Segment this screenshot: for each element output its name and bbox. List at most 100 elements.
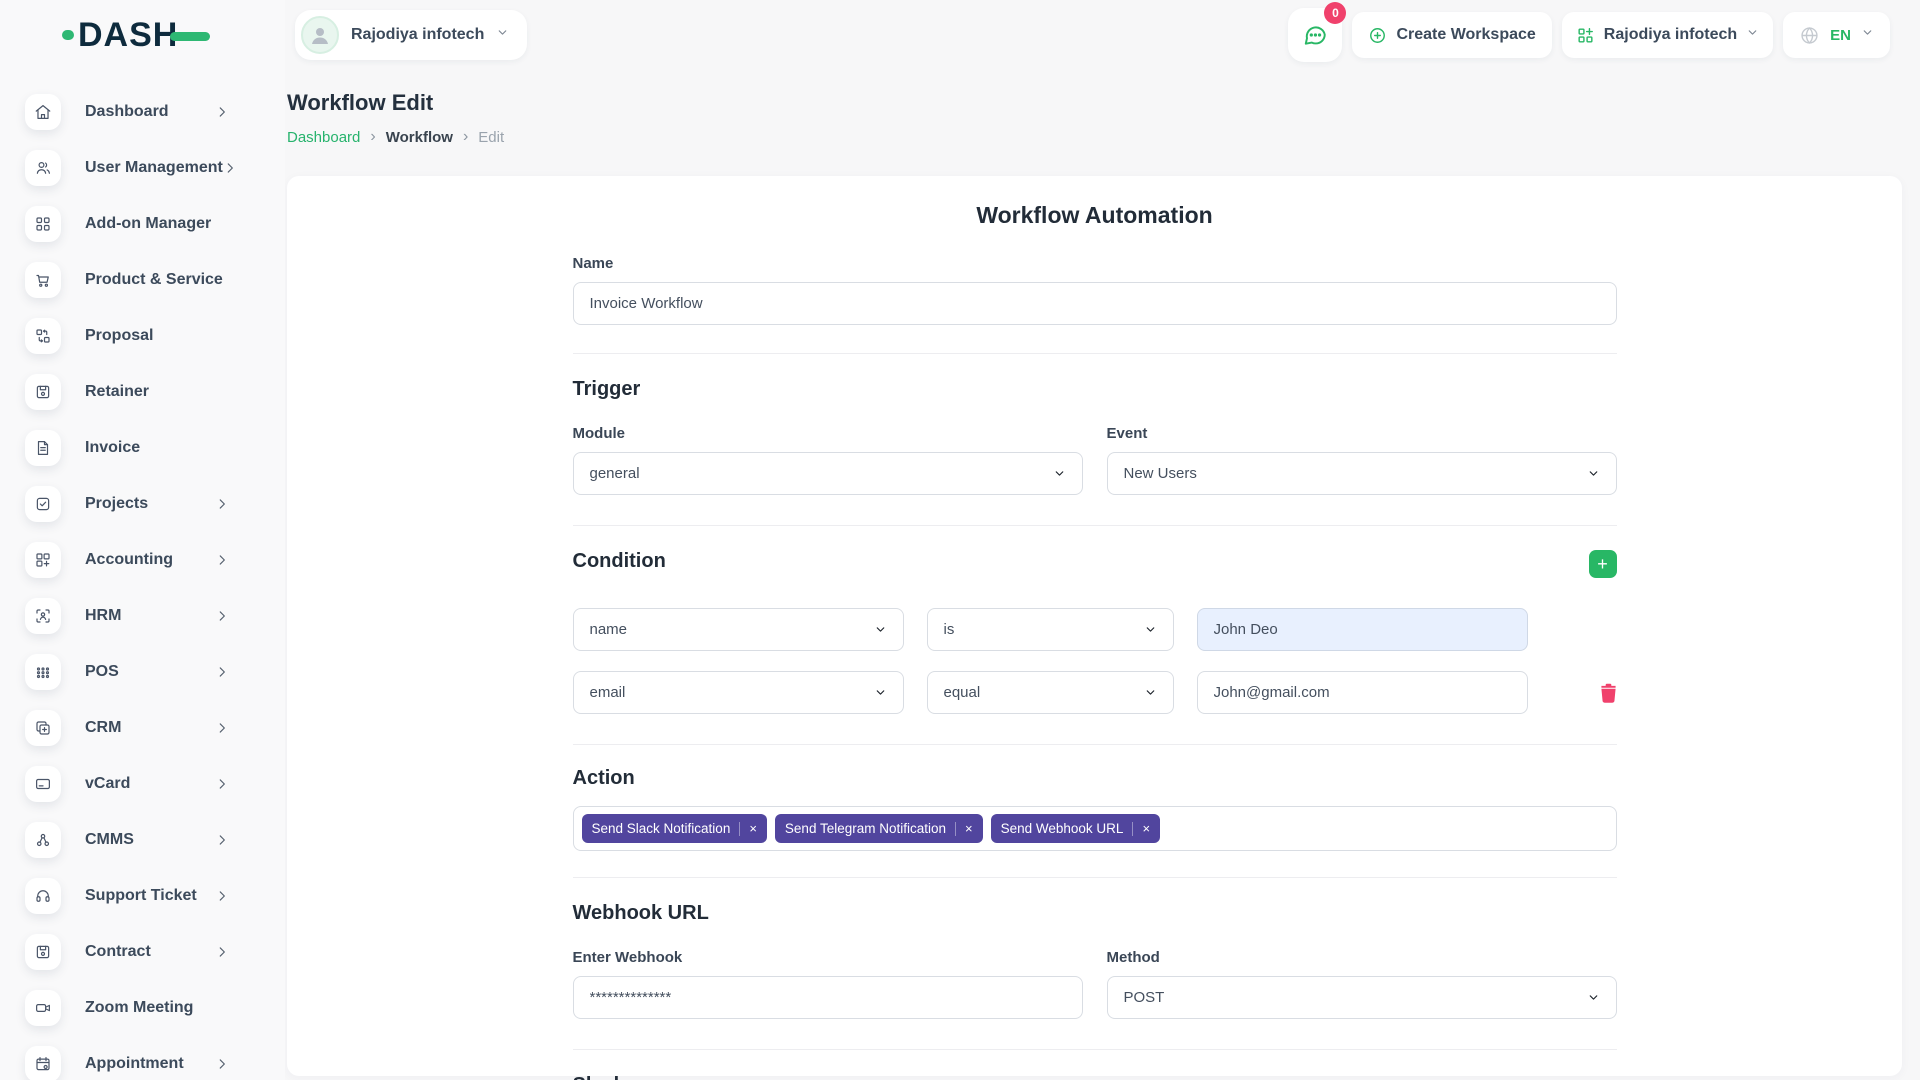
account-name: Rajodiya infotech — [1604, 26, 1737, 44]
sidebar-item-label: vCard — [85, 775, 215, 793]
remove-tag-icon[interactable]: × — [965, 821, 973, 836]
chevron-down-icon — [874, 623, 887, 636]
sidebar-item-proposal[interactable]: Proposal — [25, 308, 285, 364]
workspace-selector[interactable]: Rajodiya infotech — [295, 10, 527, 60]
condition-value-input[interactable] — [1214, 684, 1511, 701]
workspace-name: Rajodiya infotech — [351, 26, 484, 44]
breadcrumb-current: Edit — [478, 129, 504, 146]
main-area: Rajodiya infotech 0 Create Workspace Raj… — [285, 0, 1920, 1080]
language-selector[interactable]: EN — [1783, 12, 1890, 58]
sidebar-item-cmms[interactable]: CMMS — [25, 812, 285, 868]
tag-divider — [1132, 822, 1133, 836]
webhook-input[interactable] — [590, 989, 1066, 1006]
sidebar-item-label: Zoom Meeting — [85, 999, 229, 1017]
condition-heading: Condition — [573, 550, 666, 573]
sidebar-item-label: Invoice — [85, 439, 229, 457]
sidebar-item-label: CRM — [85, 719, 215, 737]
sidebar-item-projects[interactable]: Projects — [25, 476, 285, 532]
page-title: Workflow Edit — [287, 90, 1902, 116]
event-value: New Users — [1124, 465, 1197, 482]
module-select[interactable]: general — [573, 452, 1083, 495]
sidebar-item-contract[interactable]: Contract — [25, 924, 285, 980]
sidebar-item-label: Product & Service — [85, 271, 229, 289]
condition-value-field-wrap — [1197, 608, 1528, 651]
sidebar-item-invoice[interactable]: Invoice — [25, 420, 285, 476]
add-condition-button[interactable]: + — [1589, 550, 1617, 578]
webhook-heading: Webhook URL — [573, 902, 1617, 925]
sidebar-item-label: Projects — [85, 495, 215, 513]
crm-icon — [25, 710, 61, 746]
document-icon — [25, 430, 61, 466]
sidebar-item-retainer[interactable]: Retainer — [25, 364, 285, 420]
dots-grid-icon — [25, 654, 61, 690]
breadcrumb-separator: › — [370, 128, 375, 146]
sidebar-item-label: Add-on Manager — [85, 215, 229, 233]
sidebar-item-label: CMMS — [85, 831, 215, 849]
remove-tag-icon[interactable]: × — [749, 821, 757, 836]
workflow-card: Workflow Automation Name Trigger Module … — [287, 176, 1902, 1076]
sidebar-item-product-service[interactable]: Product & Service — [25, 252, 285, 308]
sidebar-item-label: Accounting — [85, 551, 215, 569]
sidebar-item-crm[interactable]: CRM — [25, 700, 285, 756]
create-workspace-button[interactable]: Create Workspace — [1352, 12, 1551, 58]
chevron-down-icon — [1861, 26, 1874, 44]
brand-logo[interactable]: DASH — [0, 0, 285, 70]
method-select[interactable]: POST — [1107, 976, 1617, 1019]
chevron-down-icon — [1053, 467, 1066, 480]
action-tags-field[interactable]: Send Slack Notification × Send Telegram … — [573, 806, 1617, 851]
topbar: Rajodiya infotech 0 Create Workspace Raj… — [285, 0, 1920, 70]
webhook-field-wrap — [573, 976, 1083, 1019]
breadcrumb-dashboard-link[interactable]: Dashboard — [287, 129, 360, 146]
sidebar-item-zoom-meeting[interactable]: Zoom Meeting — [25, 980, 285, 1036]
condition-operator-value: is — [944, 621, 955, 638]
sidebar-item-appointment[interactable]: Appointment — [25, 1036, 285, 1080]
name-label: Name — [573, 255, 1617, 272]
hrm-icon — [25, 598, 61, 634]
condition-field-select[interactable]: email — [573, 671, 904, 714]
calendar-icon — [25, 1046, 61, 1080]
trash-icon — [1600, 683, 1617, 703]
condition-value-input[interactable] — [1214, 621, 1511, 638]
logo-dot — [62, 30, 74, 40]
chevron-right-icon — [223, 161, 237, 175]
event-select[interactable]: New Users — [1107, 452, 1617, 495]
sidebar-item-label: Appointment — [85, 1055, 215, 1073]
section-divider — [573, 744, 1617, 745]
module-label: Module — [573, 425, 1083, 442]
sidebar-item-vcard[interactable]: vCard — [25, 756, 285, 812]
chevron-down-icon — [874, 686, 887, 699]
breadcrumb-separator: › — [463, 128, 468, 146]
module-value: general — [590, 465, 640, 482]
section-divider — [573, 877, 1617, 878]
sidebar-item-pos[interactable]: POS — [25, 644, 285, 700]
condition-field-value: email — [590, 684, 626, 701]
sidebar-item-support-ticket[interactable]: Support Ticket — [25, 868, 285, 924]
sidebar-item-hrm[interactable]: HRM — [25, 588, 285, 644]
language-code: EN — [1830, 27, 1851, 44]
chevron-down-icon — [496, 26, 509, 44]
messages-button[interactable]: 0 — [1288, 8, 1342, 62]
name-field-wrap — [573, 282, 1617, 325]
action-tag-label: Send Telegram Notification — [785, 821, 946, 836]
remove-tag-icon[interactable]: × — [1142, 821, 1150, 836]
name-input[interactable] — [590, 295, 1600, 312]
delete-condition-button[interactable] — [1600, 683, 1617, 703]
dash-logo: DASH — [62, 18, 210, 52]
grid-icon — [25, 206, 61, 242]
sidebar-item-dashboard[interactable]: Dashboard — [25, 84, 285, 140]
check-square-icon — [25, 486, 61, 522]
chevron-right-icon — [215, 609, 229, 623]
sidebar-item-accounting[interactable]: Accounting — [25, 532, 285, 588]
sidebar-item-user-management[interactable]: User Management — [25, 140, 285, 196]
condition-operator-select[interactable]: is — [927, 608, 1174, 651]
chevron-down-icon — [1587, 467, 1600, 480]
condition-operator-select[interactable]: equal — [927, 671, 1174, 714]
chevron-right-icon — [215, 833, 229, 847]
proposal-icon — [25, 318, 61, 354]
event-label: Event — [1107, 425, 1617, 442]
condition-field-select[interactable]: name — [573, 608, 904, 651]
method-label: Method — [1107, 949, 1617, 966]
account-dropdown[interactable]: Rajodiya infotech — [1562, 12, 1773, 58]
breadcrumb-workflow: Workflow — [386, 129, 453, 146]
sidebar-item-addon-manager[interactable]: Add-on Manager — [25, 196, 285, 252]
